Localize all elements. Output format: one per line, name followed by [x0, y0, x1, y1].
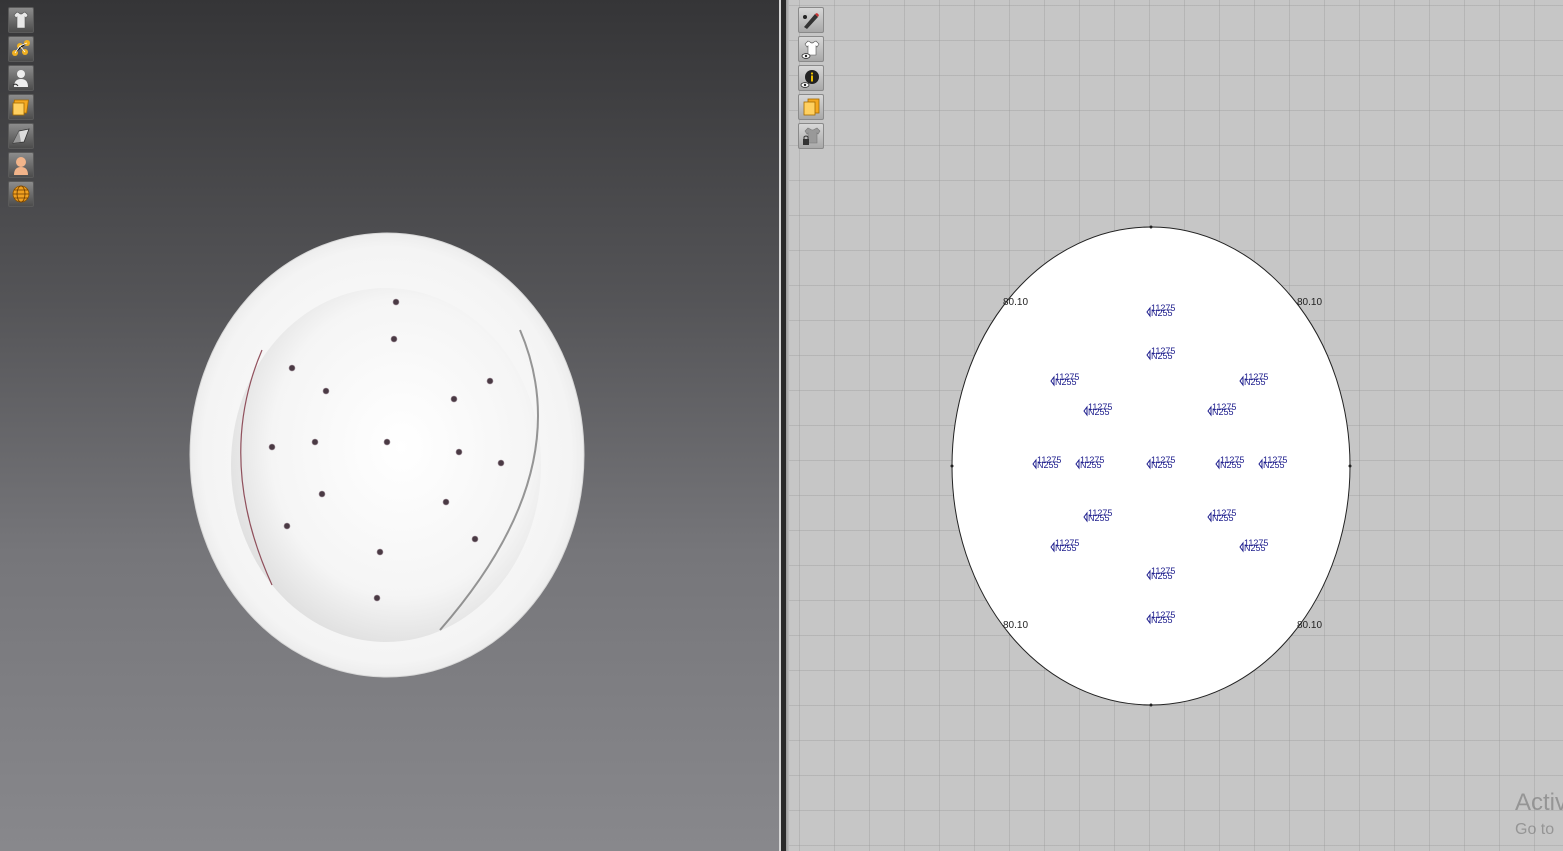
show-texture-button[interactable] — [798, 94, 824, 120]
lock-garment-button[interactable] — [798, 123, 824, 149]
show-garment-button[interactable] — [798, 36, 824, 62]
hole-label-bottom: N255 — [1088, 407, 1110, 417]
segment-length-bottom-left: 80.10 — [1003, 620, 1028, 631]
hole-label-bottom: N255 — [1263, 460, 1285, 470]
3d-hole — [283, 522, 291, 530]
segment-length-top-left: 80.10 — [1003, 297, 1028, 308]
hole-label-bottom: N255 — [1151, 571, 1173, 581]
3d-hole — [268, 443, 276, 451]
3d-hole — [450, 395, 458, 403]
hole-label-bottom: N255 — [1055, 543, 1077, 553]
3d-scene — [189, 232, 585, 678]
viewport-splitter[interactable] — [779, 0, 789, 851]
pattern-hole-marker[interactable]: 11275N255 — [1207, 402, 1236, 417]
2d-pattern-viewport[interactable]: 80.10 80.10 80.10 80.10 11275 N255 11275 N2… — [789, 0, 1563, 851]
pattern-hole-marker[interactable]: 11275N255 — [1215, 455, 1244, 470]
3d-hole — [455, 448, 463, 456]
disc-inner — [231, 288, 541, 642]
3d-hole — [390, 335, 398, 343]
toggle-shading-button[interactable] — [8, 123, 34, 149]
pattern-hole-marker[interactable]: 11275N255 — [1146, 455, 1175, 470]
hole-label-bottom: N255 — [1151, 308, 1173, 318]
toggle-points-button[interactable] — [8, 36, 34, 62]
pen-icon — [803, 13, 819, 29]
3d-hole — [471, 535, 479, 543]
3d-hole — [322, 387, 330, 395]
2d-toolbar — [798, 7, 824, 149]
info-icon — [800, 70, 819, 88]
app-window: 80.10 80.10 80.10 80.10 11275 N255 11275 N2… — [0, 0, 1563, 851]
avatar-icon — [12, 70, 28, 87]
hole-label-bottom: N255 — [1212, 513, 1234, 523]
pattern-hole-marker[interactable]: 11275N255 — [1075, 455, 1104, 470]
3d-hole — [373, 594, 381, 602]
segment-length-top-right: 80.10 — [1297, 297, 1322, 308]
hole-label-bottom: N255 — [1151, 615, 1173, 625]
hole-label-bottom: N255 — [1244, 543, 1266, 553]
pattern-hole-marker[interactable]: 11275N255 — [1146, 303, 1175, 318]
3d-hole — [486, 377, 494, 385]
3d-hole — [442, 498, 450, 506]
toggle-avatar-button[interactable] — [8, 65, 34, 91]
pattern-hole-marker[interactable]: 11275N255 — [1146, 566, 1175, 581]
3d-hole — [392, 298, 400, 306]
3d-hole — [311, 438, 319, 446]
pattern-hole-marker[interactable]: 11275N255 — [1207, 508, 1236, 523]
3d-toolbar — [8, 7, 34, 207]
outline-point-left[interactable] — [950, 464, 954, 468]
pen-tool-button[interactable] — [798, 7, 824, 33]
hole-label-bottom: N255 — [1212, 407, 1234, 417]
toggle-environment-button[interactable] — [8, 181, 34, 207]
texture-icon — [803, 98, 820, 116]
pattern-hole-marker[interactable]: 11275N255 — [1239, 372, 1268, 387]
show-garment-icon — [801, 40, 820, 59]
outline-point-right[interactable] — [1348, 464, 1352, 468]
pattern-hole-marker[interactable]: 11275N255 — [1050, 538, 1079, 553]
2d-pattern-canvas: 80.10 80.10 80.10 80.10 11275N25511275N2… — [950, 225, 1352, 707]
hole-label-bottom: N255 — [1151, 351, 1173, 361]
globe-icon — [12, 185, 30, 203]
segment-length-bottom-right: 80.10 — [1297, 620, 1322, 631]
hole-label-bottom: N255 — [1151, 460, 1173, 470]
3d-disc-object[interactable] — [189, 232, 585, 678]
hole-label-bottom: N255 — [1037, 460, 1059, 470]
pattern-hole-marker[interactable]: 11275N255 — [1050, 372, 1079, 387]
skin-icon — [14, 157, 28, 175]
3d-hole — [318, 490, 326, 498]
pattern-hole-marker[interactable]: 11275N255 — [1146, 610, 1175, 625]
hole-label-bottom: N255 — [1244, 377, 1266, 387]
shading-icon — [12, 128, 30, 144]
hole-label-bottom: N255 — [1080, 460, 1102, 470]
pattern-hole-marker[interactable]: 11275N255 — [1083, 402, 1112, 417]
3d-viewport[interactable] — [0, 0, 779, 851]
3d-hole — [376, 548, 384, 556]
outline-point-top[interactable] — [1149, 225, 1153, 229]
3d-hole — [383, 438, 391, 446]
pattern-hole-marker[interactable]: 11275N255 — [1239, 538, 1268, 553]
outline-point-bottom[interactable] — [1149, 703, 1153, 707]
toggle-skin-button[interactable] — [8, 152, 34, 178]
pattern-hole-marker[interactable]: 11275N255 — [1032, 455, 1061, 470]
locked-garment-icon — [803, 127, 821, 145]
hole-label-bottom: N255 — [1055, 377, 1077, 387]
texture-icon — [12, 99, 29, 116]
points-icon — [12, 40, 30, 56]
toggle-garment-button[interactable] — [8, 7, 34, 33]
pattern-hole-marker[interactable]: 11275N255 — [1083, 508, 1112, 523]
3d-hole — [288, 364, 296, 372]
hole-label-bottom: N255 — [1088, 513, 1110, 523]
3d-hole — [497, 459, 505, 467]
show-info-button[interactable] — [798, 65, 824, 91]
pattern-hole-marker[interactable]: 11275N255 — [1146, 346, 1175, 361]
pattern-piece[interactable]: 80.10 80.10 80.10 80.10 11275N25511275N2… — [950, 225, 1352, 707]
garment-icon — [13, 11, 29, 29]
toggle-texture-button[interactable] — [8, 94, 34, 120]
pattern-hole-marker[interactable]: 11275N255 — [1258, 455, 1287, 470]
hole-label-bottom: N255 — [1220, 460, 1242, 470]
